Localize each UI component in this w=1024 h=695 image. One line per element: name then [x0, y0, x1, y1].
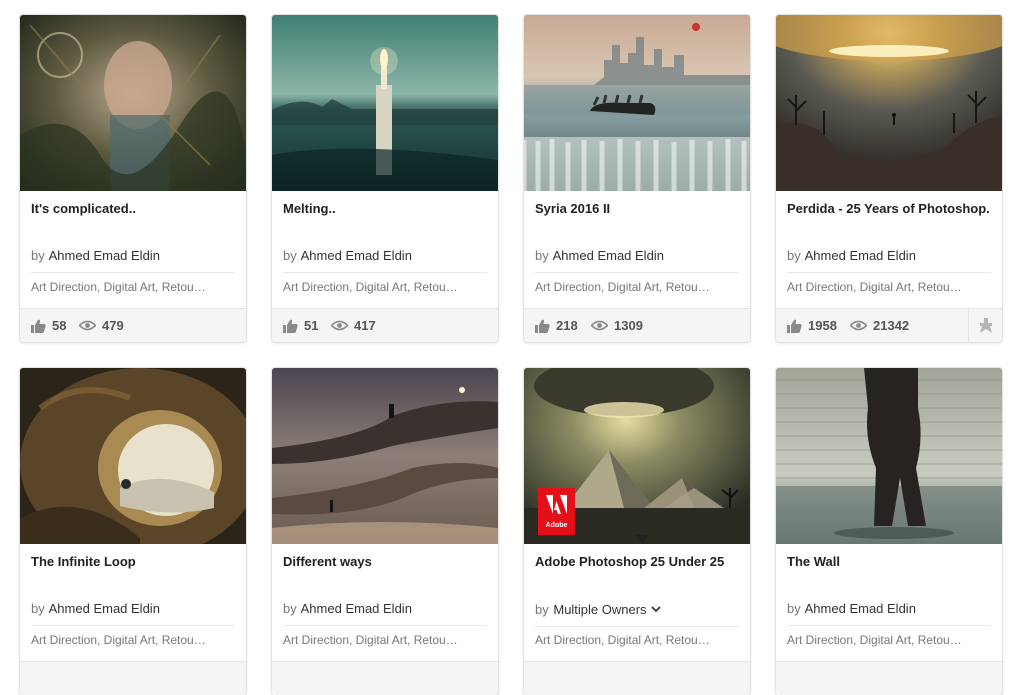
- appreciations-count: 58: [52, 318, 67, 333]
- project-title[interactable]: The Wall: [787, 553, 991, 571]
- adobe-badge-label: Adobe: [545, 522, 568, 529]
- project-thumbnail[interactable]: [20, 15, 246, 191]
- project-fields: Art Direction, Digital Art, Retou…: [787, 633, 962, 647]
- project-card[interactable]: Perdida - 25 Years of Photoshop. by Ahme…: [776, 15, 1002, 342]
- views-stat: 479: [79, 318, 124, 333]
- project-thumbnail[interactable]: [776, 15, 1002, 191]
- chevron-down-icon[interactable]: [650, 601, 661, 616]
- thumbs-up-icon: [535, 319, 550, 333]
- adobe-badge: Adobe: [538, 488, 575, 535]
- appreciations-stat: 58: [31, 318, 66, 333]
- by-label: by: [535, 248, 549, 263]
- project-thumbnail[interactable]: [272, 15, 498, 191]
- project-title[interactable]: It's complicated..: [31, 200, 235, 218]
- owner-name[interactable]: Ahmed Emad Eldin: [553, 248, 664, 263]
- views-count: 1309: [614, 318, 643, 333]
- thumbs-up-icon: [283, 319, 298, 333]
- project-card[interactable]: It's complicated.. by Ahmed Emad Eldin A…: [20, 15, 246, 342]
- views-stat: 21342: [850, 318, 909, 333]
- project-fields: Art Direction, Digital Art, Retou…: [535, 633, 710, 647]
- project-title[interactable]: Melting..: [283, 200, 487, 218]
- eye-icon: [79, 320, 96, 331]
- project-card[interactable]: Adobe Adobe Photoshop 25 Under 25 by Mul…: [524, 368, 750, 695]
- by-label: by: [283, 601, 297, 616]
- owner-name[interactable]: Ahmed Emad Eldin: [301, 248, 412, 263]
- project-thumbnail[interactable]: [20, 368, 246, 544]
- views-count: 479: [102, 318, 124, 333]
- appreciations-stat: 1958: [787, 318, 837, 333]
- project-owner: by Ahmed Emad Eldin: [535, 248, 739, 273]
- project-fields: Art Direction, Digital Art, Retou…: [283, 633, 458, 647]
- owner-name[interactable]: Ahmed Emad Eldin: [301, 601, 412, 616]
- project-fields: Art Direction, Digital Art, Retou…: [283, 280, 458, 294]
- ribbon-icon: [979, 318, 992, 333]
- project-thumbnail[interactable]: [272, 368, 498, 544]
- project-owner: by Multiple Owners: [535, 601, 739, 627]
- project-title[interactable]: Different ways: [283, 553, 487, 571]
- project-owner: by Ahmed Emad Eldin: [787, 248, 991, 273]
- views-count: 417: [354, 318, 376, 333]
- featured-badge[interactable]: [968, 309, 1002, 342]
- project-title[interactable]: The Infinite Loop: [31, 553, 235, 571]
- by-label: by: [787, 601, 801, 616]
- eye-icon: [591, 320, 608, 331]
- owner-name[interactable]: Ahmed Emad Eldin: [49, 601, 160, 616]
- appreciations-stat: 51: [283, 318, 318, 333]
- project-stats: [776, 661, 1002, 695]
- project-thumbnail[interactable]: [776, 368, 1002, 544]
- project-fields: Art Direction, Digital Art, Retou…: [535, 280, 710, 294]
- by-label: by: [31, 248, 45, 263]
- project-thumbnail[interactable]: Adobe: [524, 368, 750, 544]
- adobe-logo-icon: [546, 495, 567, 514]
- project-stats: 58 479: [20, 308, 246, 342]
- project-title[interactable]: Syria 2016 II: [535, 200, 739, 218]
- project-stats: 51 417: [272, 308, 498, 342]
- project-fields: Art Direction, Digital Art, Retou…: [31, 280, 206, 294]
- project-stats: 1958 21342: [776, 308, 1002, 342]
- project-owner: by Ahmed Emad Eldin: [31, 601, 235, 626]
- project-stats: [524, 661, 750, 695]
- project-stats: 218 1309: [524, 308, 750, 342]
- project-stats: [20, 661, 246, 695]
- project-owner: by Ahmed Emad Eldin: [283, 601, 487, 626]
- project-stats: [272, 661, 498, 695]
- project-thumbnail[interactable]: [524, 15, 750, 191]
- project-fields: Art Direction, Digital Art, Retou…: [787, 280, 962, 294]
- project-owner: by Ahmed Emad Eldin: [787, 601, 991, 626]
- dropdown-pointer: [635, 535, 649, 544]
- project-fields: Art Direction, Digital Art, Retou…: [31, 633, 206, 647]
- eye-icon: [331, 320, 348, 331]
- owner-name[interactable]: Ahmed Emad Eldin: [805, 601, 916, 616]
- project-card[interactable]: Syria 2016 II by Ahmed Emad Eldin Art Di…: [524, 15, 750, 342]
- project-card[interactable]: Melting.. by Ahmed Emad Eldin Art Direct…: [272, 15, 498, 342]
- views-count: 21342: [873, 318, 910, 333]
- project-card[interactable]: Different ways by Ahmed Emad Eldin Art D…: [272, 368, 498, 695]
- owner-name[interactable]: Ahmed Emad Eldin: [805, 248, 916, 263]
- project-card[interactable]: The Wall by Ahmed Emad Eldin Art Directi…: [776, 368, 1002, 695]
- project-title[interactable]: Perdida - 25 Years of Photoshop.: [787, 200, 991, 218]
- project-owner: by Ahmed Emad Eldin: [283, 248, 487, 273]
- owner-name[interactable]: Ahmed Emad Eldin: [49, 248, 160, 263]
- by-label: by: [787, 248, 801, 263]
- views-stat: 1309: [591, 318, 643, 333]
- appreciations-stat: 218: [535, 318, 578, 333]
- by-label: by: [283, 248, 297, 263]
- project-owner: by Ahmed Emad Eldin: [31, 248, 235, 273]
- project-title[interactable]: Adobe Photoshop 25 Under 25: [535, 553, 739, 571]
- appreciations-count: 51: [304, 318, 319, 333]
- project-card[interactable]: The Infinite Loop by Ahmed Emad Eldin Ar…: [20, 368, 246, 695]
- views-stat: 417: [331, 318, 376, 333]
- by-label: by: [535, 602, 549, 617]
- by-label: by: [31, 601, 45, 616]
- project-grid: It's complicated.. by Ahmed Emad Eldin A…: [0, 0, 1024, 695]
- appreciations-count: 1958: [808, 318, 837, 333]
- appreciations-count: 218: [556, 318, 578, 333]
- thumbs-up-icon: [31, 319, 46, 333]
- eye-icon: [850, 320, 867, 331]
- thumbs-up-icon: [787, 319, 802, 333]
- owner-name[interactable]: Multiple Owners: [553, 602, 646, 617]
